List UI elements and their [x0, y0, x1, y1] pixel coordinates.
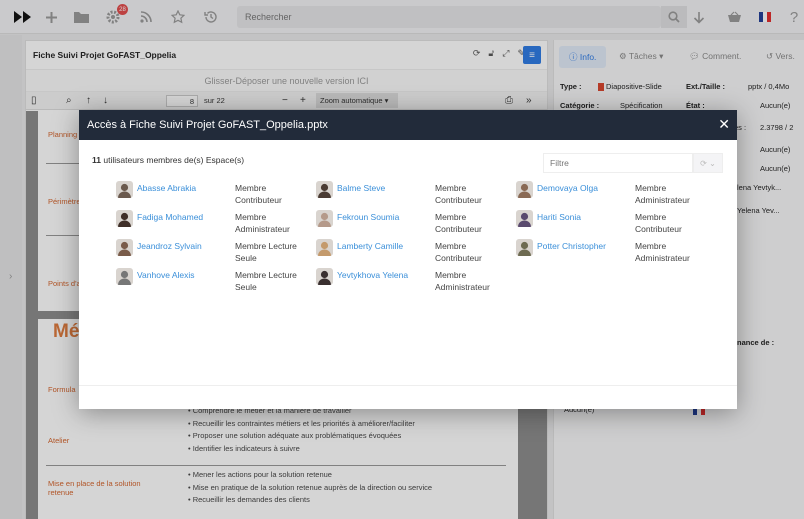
member-item: Balme Steve Membre Contributeur — [316, 181, 511, 207]
member-role: Membre Lecture Seule — [235, 241, 297, 263]
member-role: Membre Contributeur — [435, 241, 482, 263]
member-item: Hariti Sonia Membre Contributeur — [516, 210, 711, 236]
member-name-link[interactable]: Yevtykhova Yelena — [337, 270, 408, 280]
member-role: Membre Administrateur — [235, 212, 290, 234]
member-name-link[interactable]: Potter Christopher — [537, 241, 606, 251]
member-role: Membre Lecture Seule — [235, 270, 297, 292]
filter-input[interactable] — [544, 154, 692, 172]
member-item: Yevtykhova Yelena Membre Administrateur — [316, 268, 511, 294]
member-item: Vanhove Alexis Membre Lecture Seule — [116, 268, 311, 294]
member-role: Membre Administrateur — [435, 270, 490, 292]
avatar[interactable] — [116, 181, 133, 198]
avatar[interactable] — [316, 181, 333, 198]
member-item: Jeandroz Sylvain Membre Lecture Seule — [116, 239, 311, 265]
members-count: 11 utilisateurs membres de(s) Espace(s) — [92, 155, 244, 165]
avatar[interactable] — [516, 210, 533, 227]
modal-header: Accès à Fiche Suivi Projet GoFAST_Oppeli… — [79, 110, 737, 140]
member-name-link[interactable]: Abasse Abrakia — [137, 183, 196, 193]
avatar[interactable] — [316, 268, 333, 285]
modal-title: Accès à Fiche Suivi Projet GoFAST_Oppeli… — [87, 119, 328, 131]
avatar[interactable] — [316, 210, 333, 227]
avatar[interactable] — [316, 239, 333, 256]
access-modal: Accès à Fiche Suivi Projet GoFAST_Oppeli… — [79, 110, 737, 409]
member-item: Fekroun Soumia Membre Contributeur — [316, 210, 511, 236]
member-name-link[interactable]: Fekroun Soumia — [337, 212, 399, 222]
close-icon[interactable]: ✕ — [718, 116, 730, 133]
filter-field[interactable] — [543, 153, 693, 173]
member-item: Lamberty Camille Membre Contributeur — [316, 239, 511, 265]
modal-footer — [79, 385, 737, 386]
member-name-link[interactable]: Balme Steve — [337, 183, 385, 193]
avatar[interactable] — [116, 210, 133, 227]
member-role: Membre Contributeur — [435, 212, 482, 234]
refresh-icon: ⟳ — [700, 158, 707, 168]
member-name-link[interactable]: Hariti Sonia — [537, 212, 581, 222]
member-item: Fadiga Mohamed Membre Administrateur — [116, 210, 311, 236]
filter-refresh-button[interactable]: ⟳ ⌄ — [693, 153, 723, 173]
member-role: Membre Contributeur — [235, 183, 282, 205]
member-item: Demovaya Olga Membre Administrateur — [516, 181, 711, 207]
avatar[interactable] — [116, 268, 133, 285]
chevron-down-icon: ⌄ — [709, 158, 716, 168]
member-name-link[interactable]: Lamberty Camille — [337, 241, 403, 251]
member-item: Abasse Abrakia Membre Contributeur — [116, 181, 311, 207]
member-role: Membre Administrateur — [635, 183, 690, 205]
member-name-link[interactable]: Fadiga Mohamed — [137, 212, 203, 222]
members-count-number: 11 — [92, 155, 101, 165]
member-item: Potter Christopher Membre Administrateur — [516, 239, 711, 265]
member-role: Membre Administrateur — [635, 241, 690, 263]
member-role: Membre Contributeur — [635, 212, 682, 234]
members-count-text: utilisateurs membres de(s) Espace(s) — [103, 155, 245, 165]
member-name-link[interactable]: Jeandroz Sylvain — [137, 241, 202, 251]
member-name-link[interactable]: Demovaya Olga — [537, 183, 598, 193]
member-name-link[interactable]: Vanhove Alexis — [137, 270, 195, 280]
avatar[interactable] — [116, 239, 133, 256]
avatar[interactable] — [516, 239, 533, 256]
member-role: Membre Contributeur — [435, 183, 482, 205]
avatar[interactable] — [516, 181, 533, 198]
